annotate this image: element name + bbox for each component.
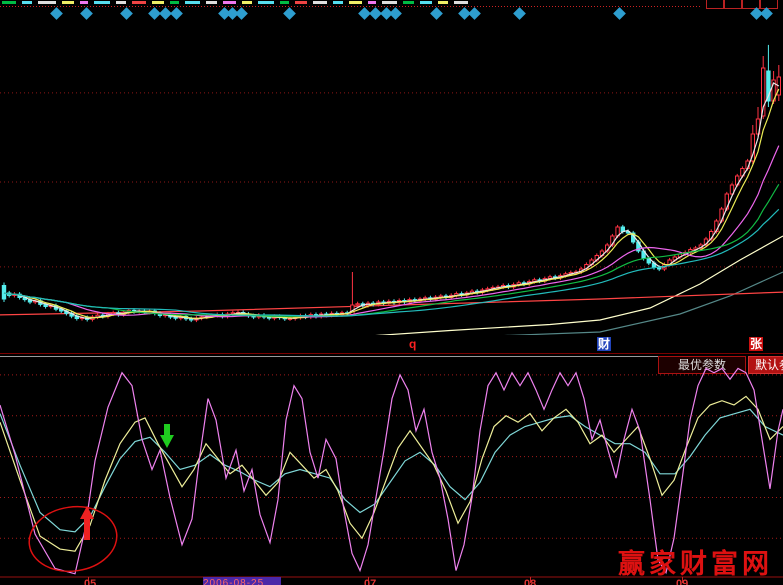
long-ma-red-line <box>0 292 783 315</box>
toolbar-button[interactable] <box>724 0 742 9</box>
ma-mid-line <box>4 89 779 318</box>
legend-text-fragment <box>206 1 217 4</box>
legend-text-fragment <box>420 1 432 4</box>
legend-text-fragment <box>295 1 307 4</box>
legend-text-fragment <box>116 1 126 4</box>
legend-text-fragment <box>313 1 327 4</box>
legend-text-fragment <box>333 1 343 4</box>
watermark: 赢家财富网 <box>618 542 773 581</box>
app-window: q财张 最优参数 默认参数 050708092006-08-25 赢家财富网 <box>0 0 783 585</box>
legend-text-fragment <box>170 1 179 4</box>
legend-text-fragment <box>280 1 289 4</box>
legend-text-fragment <box>38 1 56 4</box>
ma-20-line <box>4 146 779 317</box>
axis-year-label: 07 <box>364 578 376 585</box>
legend-text-fragment <box>185 1 200 4</box>
legend-text-fragment <box>382 1 397 4</box>
legend-text-fragment <box>454 1 468 4</box>
legend-text-fragment <box>132 1 146 4</box>
panel-divider-line <box>0 353 783 354</box>
legend-text-fragment <box>80 1 88 4</box>
legend-text-fragment <box>223 1 236 4</box>
legend-text-fragment <box>22 1 32 4</box>
candle-body <box>356 304 359 305</box>
legend-text-fragment <box>242 1 252 4</box>
event-marker-财: 财 <box>597 337 611 351</box>
toolbar-button[interactable] <box>706 0 724 9</box>
toolbar-button[interactable] <box>760 0 778 9</box>
legend-separator-line <box>0 6 700 7</box>
kline-chart[interactable] <box>0 18 783 335</box>
legend-text-fragment <box>2 1 16 4</box>
event-marker-张: 张 <box>749 337 763 351</box>
legend-text-fragment <box>403 1 414 4</box>
ma-fast-line <box>4 83 779 319</box>
legend-text-fragment <box>152 1 164 4</box>
axis-year-label: 08 <box>524 578 536 585</box>
candle-body <box>2 286 5 300</box>
annotation-arrow-up-icon <box>80 506 94 540</box>
legend-text-fragment <box>258 1 274 4</box>
legend-text-fragment <box>368 1 376 4</box>
annotation-arrow-down-icon <box>160 424 174 448</box>
ma-60-line <box>4 209 779 316</box>
legend-text-fragment <box>62 1 74 4</box>
event-marker-q: q <box>408 337 417 351</box>
kdj-line-D <box>0 409 783 532</box>
axis-year-label: 05 <box>84 578 96 585</box>
axis-date-highlight: 2006-08-25 <box>203 577 281 585</box>
legend-text-fragment <box>94 1 110 4</box>
legend-text-fragment <box>438 1 448 4</box>
legend-text-fragment <box>349 1 362 4</box>
axis-date-highlight-text: 2006-08-25 <box>203 578 281 585</box>
